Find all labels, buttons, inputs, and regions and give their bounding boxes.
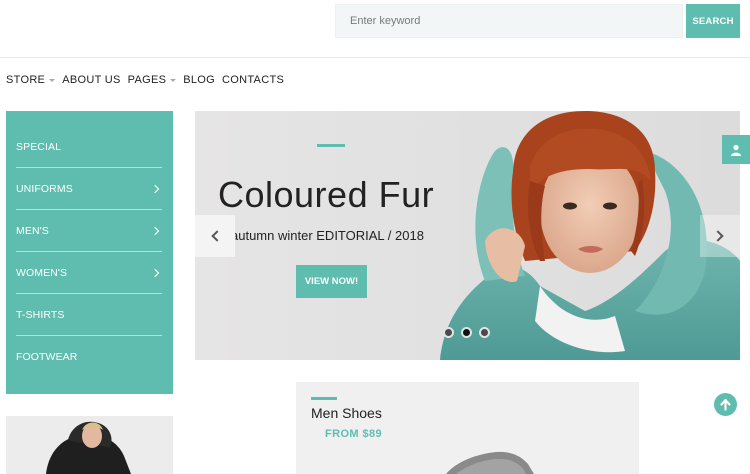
caret-down-icon	[170, 79, 177, 82]
search-bar: SEARCH	[335, 4, 740, 38]
shoe-image	[446, 451, 534, 474]
slider-prev-button[interactable]	[195, 215, 235, 257]
sidebar-item-womens[interactable]: WOMEN'S	[16, 252, 162, 294]
nav-item-label: ABOUT US	[62, 74, 121, 86]
chevron-right-icon	[150, 184, 160, 193]
search-button[interactable]: SEARCH	[686, 4, 740, 38]
nav-item-label: BLOG	[183, 74, 216, 86]
slide-title: Coloured Fur	[218, 174, 435, 215]
slide-subtitle: autumn winter EDITORIAL / 2018	[231, 228, 424, 243]
view-now-button[interactable]: VIEW NOW!	[296, 265, 367, 298]
nav-item-label: PAGES	[127, 74, 167, 86]
chevron-right-icon	[150, 268, 160, 277]
chevron-left-icon	[211, 230, 223, 242]
slider-next-button[interactable]	[700, 215, 740, 257]
category-sidebar: SPECIAL UNIFORMS MEN'S WOMEN'S T-SHIRTS …	[6, 111, 173, 394]
sidebar-item-label: MEN'S	[16, 224, 49, 237]
sidebar-item-uniforms[interactable]: UNIFORMS	[16, 168, 162, 210]
sidebar-item-label: SPECIAL	[16, 140, 62, 153]
search-input[interactable]	[335, 4, 683, 38]
sidebar-item-label: FOOTWEAR	[16, 351, 78, 363]
nav-item-blog[interactable]: BLOG	[183, 74, 215, 86]
nav-item-contacts[interactable]: CONTACTS	[222, 74, 284, 86]
sidebar-item-t-shirts[interactable]: T-SHIRTS	[16, 294, 162, 336]
slider-pagination	[443, 327, 497, 338]
chevron-right-icon	[150, 226, 160, 235]
caret-down-icon	[49, 79, 56, 82]
slider-dot[interactable]	[443, 327, 454, 338]
nav-item-about-us[interactable]: ABOUT US	[62, 74, 120, 86]
arrow-up-icon	[720, 398, 731, 411]
promo-photo	[6, 416, 173, 474]
sidebar-item-footwear[interactable]: FOOTWEAR	[16, 336, 162, 378]
nav-item-pages[interactable]: PAGES	[128, 74, 177, 86]
sidebar-item-special[interactable]: SPECIAL	[16, 126, 162, 168]
sidebar-item-label: T-SHIRTS	[16, 308, 65, 321]
men-shoes-banner[interactable]: Men Shoes FROM $89	[296, 382, 639, 474]
nav-item-store[interactable]: STORE	[6, 74, 56, 86]
header-divider	[0, 57, 750, 58]
slider-dot[interactable]	[479, 327, 490, 338]
nav-item-label: STORE	[6, 74, 46, 86]
user-account-tab[interactable]	[722, 135, 750, 164]
chevron-right-icon	[712, 230, 724, 242]
sidebar-item-label: UNIFORMS	[16, 182, 73, 195]
slide-accent-line	[317, 144, 345, 147]
slider-dot-active[interactable]	[461, 327, 472, 338]
main-nav: STORE ABOUT US PAGES BLOG CONTACTS	[6, 73, 291, 87]
user-icon	[731, 144, 741, 156]
sidebar-item-label: WOMEN'S	[16, 266, 68, 279]
hero-slider: Coloured Fur autumn winter EDITORIAL / 2…	[195, 111, 740, 360]
promo-image-jacket[interactable]	[6, 416, 173, 474]
sidebar-item-mens[interactable]: MEN'S	[16, 210, 162, 252]
nav-item-label: CONTACTS	[222, 74, 285, 86]
back-to-top-button[interactable]	[714, 393, 737, 416]
